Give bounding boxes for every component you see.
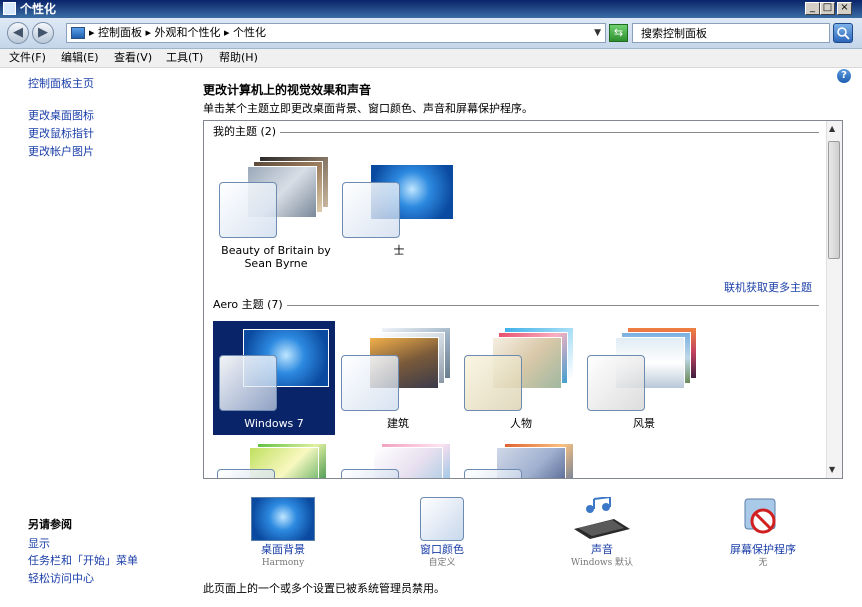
menu-bar: 文件(F) 编辑(E) 查看(V) 工具(T) 帮助(H): [0, 49, 862, 68]
breadcrumb-path[interactable]: ▸ 控制面板 ▸ 外观和个性化 ▸ 个性化: [89, 26, 266, 40]
my-themes-label: 我的主题 (2): [213, 125, 281, 139]
desktop-background-value: Harmony: [261, 558, 305, 568]
breadcrumb[interactable]: ▸ 控制面板 ▸ 外观和个性化 ▸ 个性化 ▼: [66, 23, 606, 43]
sidebar-link-mouse-pointers[interactable]: 更改鼠标指针: [28, 127, 94, 141]
menu-tools[interactable]: 工具(T): [166, 51, 203, 65]
theme-label: 风景: [633, 417, 655, 430]
see-also-title: 另请参阅: [28, 518, 72, 531]
maximize-button[interactable]: □: [820, 2, 835, 15]
window-color-swatch: [464, 355, 522, 411]
get-more-themes-link[interactable]: 联机获取更多主题: [724, 281, 812, 295]
sounds-label[interactable]: 声音: [540, 543, 664, 557]
theme-architecture[interactable]: 建筑: [337, 321, 459, 435]
see-also-ease-of-access[interactable]: 轻松访问中心: [28, 572, 94, 586]
menu-edit[interactable]: 编辑(E): [61, 51, 99, 65]
back-button[interactable]: ◀: [7, 22, 29, 44]
scrollbar-thumb[interactable]: [828, 141, 840, 259]
theme-beauty-of-britain[interactable]: Beauty of Britain by Sean Byrne: [215, 150, 337, 270]
window-color-swatch: [341, 469, 399, 478]
help-icon[interactable]: ?: [837, 69, 851, 83]
window-color-swatch: [217, 469, 275, 478]
window-color-swatch: [342, 182, 400, 238]
chevron-down-icon[interactable]: ▼: [594, 26, 601, 40]
theme-label: 人物: [510, 417, 532, 430]
theme-characters[interactable]: 人物: [460, 321, 582, 435]
title-bar: 个性化 _ □ ×: [0, 0, 862, 18]
theme-shi[interactable]: 士: [338, 150, 460, 264]
menu-file[interactable]: 文件(F): [9, 51, 46, 65]
screen-saver-value: 无: [758, 558, 768, 568]
menu-help[interactable]: 帮助(H): [219, 51, 258, 65]
search-icon[interactable]: [833, 23, 853, 43]
scroll-down-icon[interactable]: ▼: [829, 465, 835, 475]
window-color-swatch: [464, 469, 522, 478]
address-bar: ◀ ▶ ▸ 控制面板 ▸ 外观和个性化 ▸ 个性化 ▼ ⇆: [0, 18, 862, 49]
window-color-swatch: [587, 355, 645, 411]
personalize-icon: [3, 2, 16, 15]
sounds-value: Windows 默认: [570, 558, 634, 568]
menu-view[interactable]: 查看(V): [114, 51, 152, 65]
minimize-button[interactable]: _: [805, 2, 820, 15]
theme-row-partial[interactable]: [460, 439, 582, 478]
window-color-icon: [420, 497, 464, 541]
theme-label: Beauty of Britain by Sean Byrne: [221, 244, 331, 270]
sidebar-link-desktop-icons[interactable]: 更改桌面图标: [28, 109, 94, 123]
desktop-background-icon: [251, 497, 315, 541]
window-color-value: 自定义: [428, 558, 456, 568]
theme-row-partial[interactable]: [337, 439, 459, 478]
admin-notice: 此页面上的一个或多个设置已被系统管理员禁用。: [203, 582, 445, 595]
window-title: 个性化: [20, 2, 57, 16]
screen-saver-icon: [731, 497, 795, 541]
desktop-background-label[interactable]: 桌面背景: [221, 543, 345, 557]
forward-button[interactable]: ▶: [32, 22, 54, 44]
search-box[interactable]: [632, 23, 830, 43]
theme-windows-7[interactable]: Windows 7: [213, 321, 335, 435]
window-color-swatch: [341, 355, 399, 411]
control-panel-icon: [71, 27, 85, 39]
screen-saver-label[interactable]: 屏幕保护程序: [701, 543, 825, 557]
sound-icon: [570, 496, 634, 541]
page-description: 单击某个主题立即更改桌面背景、窗口颜色、声音和屏幕保护程序。: [203, 102, 533, 115]
theme-landscapes[interactable]: 风景: [583, 321, 705, 435]
divider: [213, 305, 819, 306]
window-color-swatch: [219, 182, 277, 238]
theme-label: Windows 7: [244, 417, 304, 430]
divider: [213, 132, 819, 133]
theme-gallery[interactable]: 我的主题 (2) Beauty of Britain by Sean Byrne…: [203, 120, 843, 479]
window-color-label[interactable]: 窗口颜色: [380, 543, 504, 557]
theme-label: 士: [393, 244, 405, 257]
close-button[interactable]: ×: [837, 2, 852, 15]
window-color-swatch: [219, 355, 277, 411]
sidebar-link-account-picture[interactable]: 更改帐户图片: [28, 145, 94, 159]
page-title: 更改计算机上的视觉效果和声音: [203, 83, 372, 97]
see-also-taskbar[interactable]: 任务栏和「开始」菜单: [28, 554, 138, 568]
refresh-button[interactable]: ⇆: [609, 24, 628, 42]
search-input[interactable]: [641, 25, 821, 41]
gallery-scrollbar[interactable]: ▲ ▼: [826, 121, 842, 478]
theme-label: 建筑: [387, 417, 409, 430]
scroll-up-icon[interactable]: ▲: [829, 124, 835, 134]
theme-row-partial[interactable]: [213, 439, 335, 478]
aero-themes-label: Aero 主题 (7): [213, 298, 287, 312]
sidebar-home-link[interactable]: 控制面板主页: [28, 77, 94, 91]
see-also-display[interactable]: 显示: [28, 537, 50, 551]
